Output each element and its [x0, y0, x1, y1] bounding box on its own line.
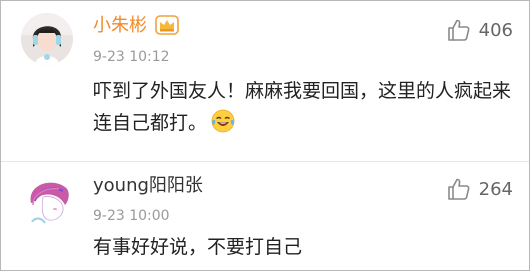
username[interactable]: young阳阳张	[93, 175, 203, 197]
comment-time: 9-23 10:12	[93, 49, 170, 65]
comment-text: 吓到了外国友人！麻麻我要回国，这里的人疯起来连自己都打。	[93, 80, 512, 134]
avatar[interactable]	[21, 13, 73, 65]
like-count: 264	[478, 178, 513, 200]
vip-crown-icon	[155, 15, 179, 35]
laughing-tears-emoji-icon	[211, 109, 235, 133]
comment-item: 小朱彬 9-23 10:12 吓到了外国友人！麻麻我要回国，这里的人疯起来连自己…	[1, 1, 529, 161]
thumbs-up-icon	[447, 19, 470, 41]
username[interactable]: 小朱彬	[93, 15, 147, 37]
like-button[interactable]: 406	[447, 17, 513, 43]
thumbs-up-icon	[447, 178, 470, 200]
comment-text: 有事好好说，不要打自己	[93, 236, 303, 258]
like-button[interactable]: 264	[447, 176, 513, 202]
like-count: 406	[478, 19, 513, 41]
avatar[interactable]	[21, 173, 75, 227]
comment-item: young阳阳张 9-23 10:00 有事好好说，不要打自己 264	[1, 162, 529, 270]
comment-time: 9-23 10:00	[93, 208, 170, 224]
